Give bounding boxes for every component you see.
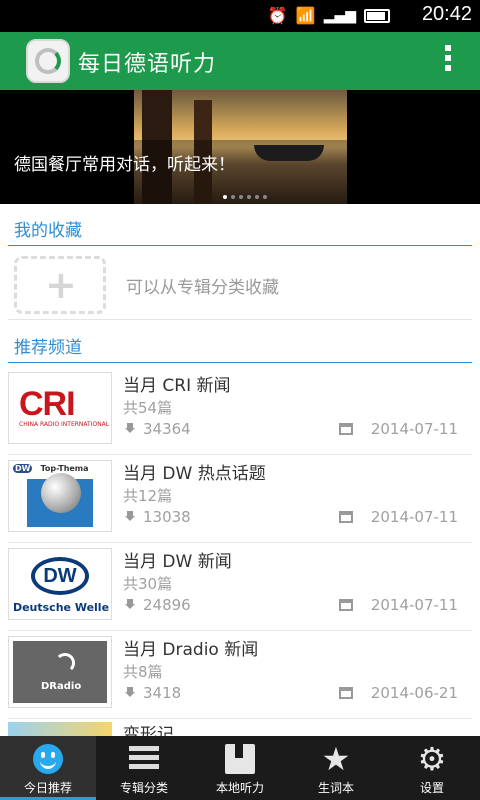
pager-dot bbox=[247, 195, 251, 199]
channel-title: 当月 CRI 新闻 bbox=[123, 376, 231, 396]
app-logo-icon bbox=[26, 39, 70, 83]
channel-downloads: 13038 bbox=[123, 508, 191, 526]
download-icon bbox=[123, 599, 137, 611]
favorites-title: 我的收藏 bbox=[14, 221, 82, 241]
channel-thumbnail bbox=[8, 722, 112, 736]
favorites-row: + 可以从专辑分类收藏 bbox=[8, 248, 472, 320]
channel-date: 2014-07-11 bbox=[338, 508, 458, 526]
channel-count: 共12篇 bbox=[123, 487, 173, 505]
channel-thumbnail: DRadio bbox=[8, 636, 112, 708]
date-text: 2014-07-11 bbox=[370, 508, 458, 526]
download-icon bbox=[123, 423, 137, 435]
date-text: 2014-06-21 bbox=[370, 684, 458, 702]
cri-logo-subtitle: CHINA RADIO INTERNATIONAL bbox=[19, 421, 110, 428]
recommended-header: 推荐频道 bbox=[8, 323, 472, 363]
calendar-icon bbox=[338, 599, 353, 611]
cri-logo: CRI bbox=[19, 385, 76, 423]
list-icon bbox=[129, 744, 159, 774]
channel-row[interactable]: CRI CHINA RADIO INTERNATIONAL 当月 CRI 新闻 … bbox=[8, 368, 472, 455]
channel-thumbnail: DW Deutsche Welle bbox=[8, 548, 112, 620]
star-icon: ★ bbox=[321, 740, 351, 778]
calendar-icon bbox=[338, 423, 353, 435]
download-count: 34364 bbox=[143, 420, 191, 438]
banner-image bbox=[134, 90, 347, 204]
channel-row[interactable]: DRadio 当月 Dradio 新闻 共8篇 3418 2014-06-21 bbox=[8, 632, 472, 719]
download-count: 13038 bbox=[143, 508, 191, 526]
nav-local[interactable]: 本地听力 bbox=[192, 736, 288, 800]
channel-count: 共30篇 bbox=[123, 575, 173, 593]
book-icon bbox=[225, 744, 255, 774]
banner-caption: 德国餐厅常用对话，听起来！ bbox=[14, 155, 235, 175]
banner[interactable]: 德国餐厅常用对话，听起来！ bbox=[0, 90, 480, 204]
channel-row[interactable]: DW Deutsche Welle 当月 DW 新闻 共30篇 24896 20… bbox=[8, 544, 472, 631]
channel-title: 变形记 bbox=[123, 725, 174, 736]
app-title: 每日德语听力 bbox=[78, 52, 217, 77]
channel-count: 共8篇 bbox=[123, 663, 163, 681]
status-icons: ⏰ 📶 ▂▄▆ bbox=[268, 6, 390, 25]
channel-thumbnail: DW Top-Thema bbox=[8, 460, 112, 532]
smile-icon bbox=[33, 744, 63, 774]
wifi-icon: 📶 bbox=[295, 6, 316, 25]
nav-label: 生词本 bbox=[317, 781, 354, 795]
nav-vocab[interactable]: ★ 生词本 bbox=[288, 736, 384, 800]
pager-dot bbox=[223, 195, 227, 199]
channel-title: 当月 DW 热点话题 bbox=[123, 464, 266, 484]
nav-label: 本地听力 bbox=[215, 781, 264, 795]
nav-today[interactable]: 今日推荐 bbox=[0, 736, 96, 800]
download-count: 24896 bbox=[143, 596, 191, 614]
channel-date: 2014-07-11 bbox=[338, 420, 458, 438]
channel-row[interactable]: 变形记 bbox=[8, 718, 472, 736]
nav-albums[interactable]: 专辑分类 bbox=[96, 736, 192, 800]
overflow-menu-icon[interactable] bbox=[444, 45, 452, 75]
channel-date: 2014-06-21 bbox=[338, 684, 458, 702]
status-bar: ⏰ 📶 ▂▄▆ 20:42 bbox=[0, 0, 480, 32]
favorites-header: 我的收藏 bbox=[8, 206, 472, 246]
channel-title: 当月 DW 新闻 bbox=[123, 552, 232, 572]
download-icon bbox=[123, 511, 137, 523]
dw-logo-name: Deutsche Welle bbox=[12, 601, 110, 614]
clock: 20:42 bbox=[421, 3, 472, 25]
nav-label: 设置 bbox=[419, 781, 444, 795]
pager-dot bbox=[231, 195, 235, 199]
channel-downloads: 3418 bbox=[123, 684, 181, 702]
channel-row[interactable]: DW Top-Thema 当月 DW 热点话题 共12篇 13038 2014-0… bbox=[8, 456, 472, 543]
recommended-title: 推荐频道 bbox=[14, 338, 82, 358]
date-text: 2014-07-11 bbox=[370, 596, 458, 614]
app-bar: 每日德语听力 bbox=[0, 32, 480, 90]
channel-title: 当月 Dradio 新闻 bbox=[123, 640, 259, 660]
gear-icon: ⚙ bbox=[417, 740, 447, 778]
pager-dot bbox=[255, 195, 259, 199]
calendar-icon bbox=[338, 511, 353, 523]
add-favorite-button[interactable]: + bbox=[14, 256, 106, 314]
signal-icon: ▂▄▆ bbox=[323, 7, 356, 24]
globe-icon bbox=[41, 473, 81, 513]
bottom-navigation: 今日推荐 专辑分类 本地听力 ★ 生词本 ⚙ 设置 bbox=[0, 736, 480, 800]
plus-icon: + bbox=[45, 263, 77, 307]
channel-count: 共54篇 bbox=[123, 399, 173, 417]
banner-pager bbox=[223, 195, 267, 199]
date-text: 2014-07-11 bbox=[370, 420, 458, 438]
channel-date: 2014-07-11 bbox=[338, 596, 458, 614]
nav-label: 专辑分类 bbox=[119, 781, 168, 795]
nav-label: 今日推荐 bbox=[23, 781, 72, 795]
calendar-icon bbox=[338, 687, 353, 699]
channel-downloads: 24896 bbox=[123, 596, 191, 614]
radio-waves-icon bbox=[55, 653, 75, 673]
dw-logo: DW bbox=[31, 557, 89, 595]
nav-settings[interactable]: ⚙ 设置 bbox=[384, 736, 480, 800]
dradio-logo: DRadio bbox=[41, 681, 82, 692]
dw-top-thema-label: DW Top-Thema bbox=[13, 464, 89, 473]
channel-downloads: 34364 bbox=[123, 420, 191, 438]
favorites-hint: 可以从专辑分类收藏 bbox=[126, 278, 279, 298]
alarm-icon: ⏰ bbox=[267, 6, 288, 25]
download-icon bbox=[123, 687, 137, 699]
pager-dot bbox=[239, 195, 243, 199]
battery-icon bbox=[364, 8, 390, 23]
pager-dot bbox=[263, 195, 267, 199]
channel-thumbnail: CRI CHINA RADIO INTERNATIONAL bbox=[8, 372, 112, 444]
download-count: 3418 bbox=[143, 684, 182, 702]
